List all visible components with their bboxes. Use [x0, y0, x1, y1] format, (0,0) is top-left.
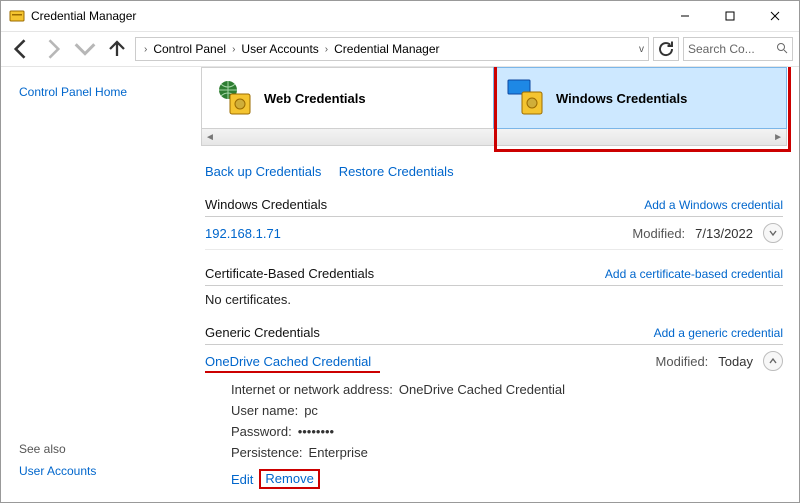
- titlebar: Credential Manager: [1, 1, 799, 31]
- detail-username-value: pc: [304, 403, 318, 418]
- credential-entry[interactable]: 192.168.1.71 Modified: 7/13/2022: [205, 217, 783, 250]
- generic-credentials-section: Generic Credentials Add a generic creden…: [205, 319, 783, 491]
- control-panel-home-link[interactable]: Control Panel Home: [19, 85, 183, 99]
- detail-persistence-label: Persistence:: [231, 445, 303, 460]
- backup-credentials-link[interactable]: Back up Credentials: [205, 164, 321, 179]
- globe-safe-icon: [214, 78, 254, 118]
- detail-password-label: Password:: [231, 424, 292, 439]
- edit-link[interactable]: Edit: [231, 472, 253, 487]
- annotation-underline: [205, 371, 380, 373]
- restore-credentials-link[interactable]: Restore Credentials: [339, 164, 454, 179]
- window-title: Credential Manager: [31, 9, 136, 23]
- modified-value: Today: [718, 354, 753, 369]
- detail-address-value: OneDrive Cached Credential: [399, 382, 565, 397]
- refresh-button[interactable]: [653, 37, 679, 61]
- modified-label: Modified:: [632, 226, 685, 241]
- add-certificate-credential-link[interactable]: Add a certificate-based credential: [605, 267, 783, 281]
- credential-name[interactable]: OneDrive Cached Credential: [205, 354, 371, 369]
- user-accounts-link[interactable]: User Accounts: [19, 464, 183, 478]
- credential-detail: Internet or network address: OneDrive Cac…: [205, 377, 783, 491]
- up-button[interactable]: [103, 35, 131, 63]
- remove-link[interactable]: Remove: [259, 469, 319, 489]
- body: Control Panel Home See also User Account…: [1, 67, 799, 502]
- breadcrumb-segment[interactable]: User Accounts: [239, 42, 320, 56]
- detail-persistence-value: Enterprise: [309, 445, 368, 460]
- detail-address-label: Internet or network address:: [231, 382, 393, 397]
- section-title: Certificate-Based Credentials: [205, 266, 374, 281]
- app-icon: [9, 8, 25, 24]
- modified-value: 7/13/2022: [695, 226, 753, 241]
- breadcrumb-segment[interactable]: Credential Manager: [332, 42, 441, 56]
- detail-username-label: User name:: [231, 403, 298, 418]
- section-title: Generic Credentials: [205, 325, 320, 340]
- maximize-button[interactable]: [707, 2, 752, 31]
- add-windows-credential-link[interactable]: Add a Windows credential: [644, 198, 783, 212]
- credential-type-tiles: Web Credentials Windows Credentials ◄ ►: [201, 67, 787, 146]
- backup-restore-row: Back up Credentials Restore Credentials: [205, 164, 787, 179]
- credential-name[interactable]: 192.168.1.71: [205, 226, 281, 241]
- expand-button[interactable]: [763, 223, 783, 243]
- monitor-safe-icon: [506, 78, 546, 118]
- search-placeholder: Search Co...: [688, 42, 776, 56]
- search-icon: [776, 42, 788, 57]
- chevron-right-icon[interactable]: ›: [323, 44, 330, 55]
- horizontal-scrollbar[interactable]: ◄ ►: [201, 129, 787, 146]
- no-certificates-text: No certificates.: [205, 286, 783, 309]
- scroll-right-icon[interactable]: ►: [773, 132, 783, 143]
- sidebar: Control Panel Home See also User Account…: [1, 67, 201, 502]
- main-panel: Web Credentials Windows Credentials ◄ ►: [201, 67, 799, 502]
- close-button[interactable]: [752, 2, 797, 31]
- windows-credentials-tile[interactable]: Windows Credentials: [493, 67, 787, 129]
- address-bar[interactable]: › Control Panel › User Accounts › Creden…: [135, 37, 649, 61]
- windows-credentials-section: Windows Credentials Add a Windows creden…: [205, 191, 783, 250]
- forward-button[interactable]: [39, 35, 67, 63]
- collapse-button[interactable]: [763, 351, 783, 371]
- modified-label: Modified:: [656, 354, 709, 369]
- chevron-right-icon[interactable]: ›: [230, 44, 237, 55]
- chevron-down-icon[interactable]: v: [639, 44, 644, 55]
- recent-locations-button[interactable]: [71, 35, 99, 63]
- certificate-credentials-section: Certificate-Based Credentials Add a cert…: [205, 260, 783, 309]
- chevron-right-icon[interactable]: ›: [142, 44, 149, 55]
- minimize-button[interactable]: [662, 2, 707, 31]
- section-title: Windows Credentials: [205, 197, 327, 212]
- web-credentials-label: Web Credentials: [264, 91, 366, 106]
- add-generic-credential-link[interactable]: Add a generic credential: [654, 326, 783, 340]
- credential-manager-window: Credential Manager › Control Panel › Use…: [0, 0, 800, 503]
- scroll-left-icon[interactable]: ◄: [205, 132, 215, 143]
- detail-password-value: ••••••••: [298, 424, 334, 439]
- search-input[interactable]: Search Co...: [683, 37, 793, 61]
- back-button[interactable]: [7, 35, 35, 63]
- navbar: › Control Panel › User Accounts › Creden…: [1, 31, 799, 67]
- see-also-label: See also: [19, 442, 183, 456]
- windows-credentials-label: Windows Credentials: [556, 91, 687, 106]
- breadcrumb-segment[interactable]: Control Panel: [151, 42, 228, 56]
- web-credentials-tile[interactable]: Web Credentials: [202, 68, 494, 128]
